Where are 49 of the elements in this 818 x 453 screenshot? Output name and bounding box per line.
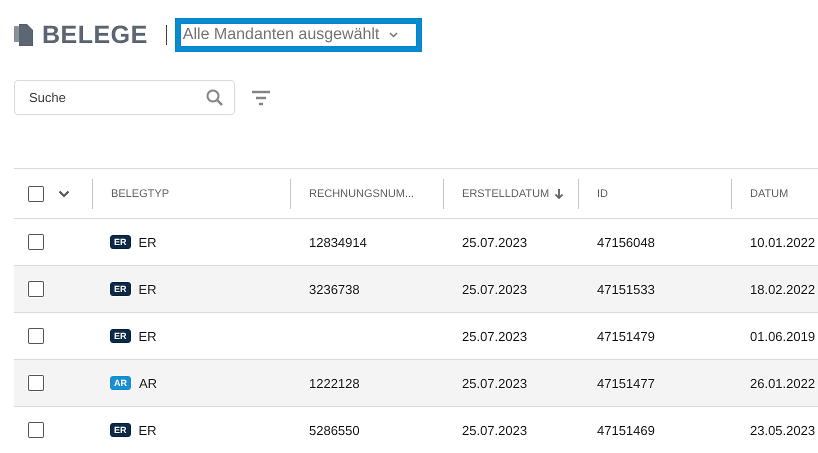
table-cell: 47151469 xyxy=(597,422,655,438)
row-checkbox[interactable] xyxy=(28,234,44,250)
column-header[interactable]: BELEGTYP xyxy=(111,188,170,200)
row-checkbox[interactable] xyxy=(28,328,44,344)
column-header[interactable]: ID xyxy=(597,188,608,200)
column-header[interactable]: ERSTELLDATUM xyxy=(462,188,550,200)
type-badge: ER xyxy=(110,423,131,437)
table-cell: 47151479 xyxy=(597,328,655,344)
table-cell: AR xyxy=(139,376,158,390)
table-cell: 12834914 xyxy=(309,234,367,250)
table-cell: 47151533 xyxy=(597,282,655,296)
column-header[interactable]: DATUM xyxy=(750,188,788,200)
table-cell: ER xyxy=(138,328,157,344)
table-cell: 25.07.2023 xyxy=(462,234,528,250)
caret-icon xyxy=(389,32,398,38)
filter-icon[interactable] xyxy=(251,90,271,106)
table-cell: 25.07.2023 xyxy=(462,376,528,390)
column-header[interactable]: RECHNUNGSNUM... xyxy=(309,188,414,200)
row-checkbox[interactable] xyxy=(28,281,44,297)
table-cell: 01.06.2019 xyxy=(750,328,816,344)
page-title: BELEGE xyxy=(42,20,148,50)
search-field[interactable]: Suche xyxy=(14,80,235,115)
table-cell: ER xyxy=(138,422,157,438)
table-cell: 10.01.2022 xyxy=(750,234,816,250)
table-cell: 25.07.2023 xyxy=(462,422,528,438)
table-cell: 18.02.2022 xyxy=(750,282,816,296)
table-cell: 47156048 xyxy=(597,234,655,250)
sort-arrow-icon[interactable] xyxy=(554,188,564,200)
type-badge: AR xyxy=(110,376,131,390)
table-cell: 1222128 xyxy=(309,376,360,390)
type-badge: ER xyxy=(110,329,131,343)
table-cell: 23.05.2023 xyxy=(750,422,816,438)
chevron-down-icon[interactable] xyxy=(58,190,70,198)
table-cell: 25.07.2023 xyxy=(462,328,528,344)
table-cell: 3236738 xyxy=(309,282,360,296)
table-cell: ER xyxy=(138,282,157,296)
table-cell: ER xyxy=(138,234,157,250)
select-all-checkbox[interactable] xyxy=(28,186,44,202)
row-checkbox[interactable] xyxy=(28,422,44,438)
table-cell: 25.07.2023 xyxy=(462,282,528,296)
table-cell: 26.01.2022 xyxy=(750,376,816,390)
search-icon[interactable] xyxy=(205,88,225,108)
type-badge: ER xyxy=(110,282,131,296)
documents-icon xyxy=(14,24,34,46)
row-checkbox[interactable] xyxy=(28,375,44,391)
type-badge: ER xyxy=(110,235,131,249)
client-dropdown[interactable]: Alle Mandanten ausgewählt xyxy=(174,18,422,52)
table-cell: 47151477 xyxy=(597,376,655,390)
table-cell: 5286550 xyxy=(309,422,360,438)
